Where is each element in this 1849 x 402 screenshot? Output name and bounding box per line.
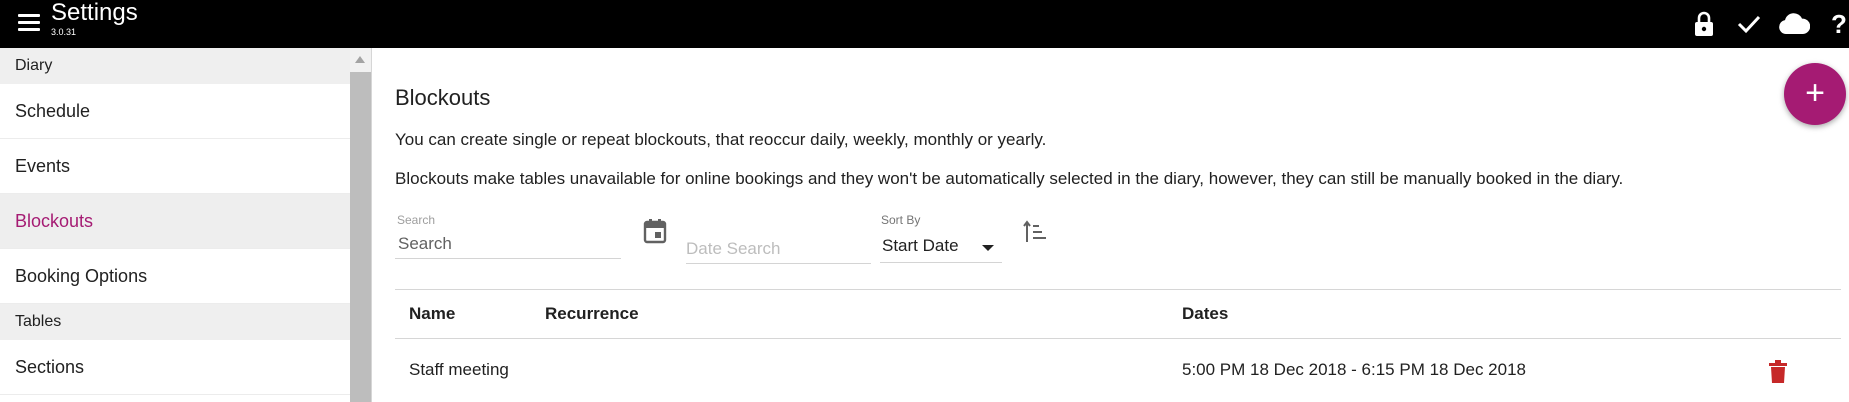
description-line-1: You can create single or repeat blockout… [395,130,1047,149]
table-header: Name Recurrence Dates [395,289,1841,339]
app-title: Settings [51,0,138,26]
sidebar-item-schedule[interactable]: Schedule [0,84,350,139]
blockouts-table: Name Recurrence Dates Staff meeting 5:00… [395,289,1841,402]
sidebar-item-blockouts[interactable]: Blockouts [0,194,350,249]
sidebar-scrollbar[interactable] [350,48,371,402]
calendar-icon[interactable] [643,218,667,244]
column-header-dates[interactable]: Dates [1182,290,1228,338]
sidebar-item-booking-options[interactable]: Booking Options [0,249,350,304]
scrollbar-thumb[interactable] [350,72,371,402]
sort-by-value: Start Date [882,236,959,255]
sidebar-header-tables: Tables [0,304,350,340]
table-row[interactable]: Staff meeting 5:00 PM 18 Dec 2018 - 6:15… [395,339,1841,402]
app-version: 3.0.31 [51,27,77,37]
sort-direction-icon[interactable] [1021,218,1049,246]
sort-by-label: Sort By [881,213,921,227]
add-blockout-button[interactable]: + [1784,63,1846,125]
search-input[interactable] [395,229,621,259]
cell-name: Staff meeting [409,360,509,379]
page-title: Blockouts [395,85,491,110]
sidebar-item-sections[interactable]: Sections [0,340,350,395]
scroll-up-arrow-icon[interactable] [355,56,365,63]
dropdown-arrow-icon [982,245,994,251]
cell-dates: 5:00 PM 18 Dec 2018 - 6:15 PM 18 Dec 201… [1182,360,1526,379]
date-search-input[interactable] [686,234,871,264]
menu-icon[interactable] [16,10,42,34]
delete-icon[interactable] [1767,360,1789,384]
sidebar-list: Diary Schedule Events Blockouts Booking … [0,48,350,395]
top-app-bar: Settings 3.0.31 ? [0,0,1849,48]
column-header-recurrence[interactable]: Recurrence [545,290,639,338]
column-header-name[interactable]: Name [409,290,455,338]
check-icon[interactable] [1734,0,1764,48]
search-label: Search [397,213,436,227]
sort-by-select[interactable]: Start Date [880,231,1002,263]
description-line-2: Blockouts make tables unavailable for on… [395,169,1624,188]
lock-icon[interactable] [1690,0,1718,48]
sidebar: Diary Schedule Events Blockouts Booking … [0,48,372,402]
cloud-icon[interactable] [1777,0,1811,48]
sidebar-header-diary: Diary [0,48,350,84]
help-icon[interactable]: ? [1829,0,1849,48]
main-content: Blockouts You can create single or repea… [373,48,1849,402]
sidebar-item-events[interactable]: Events [0,139,350,194]
